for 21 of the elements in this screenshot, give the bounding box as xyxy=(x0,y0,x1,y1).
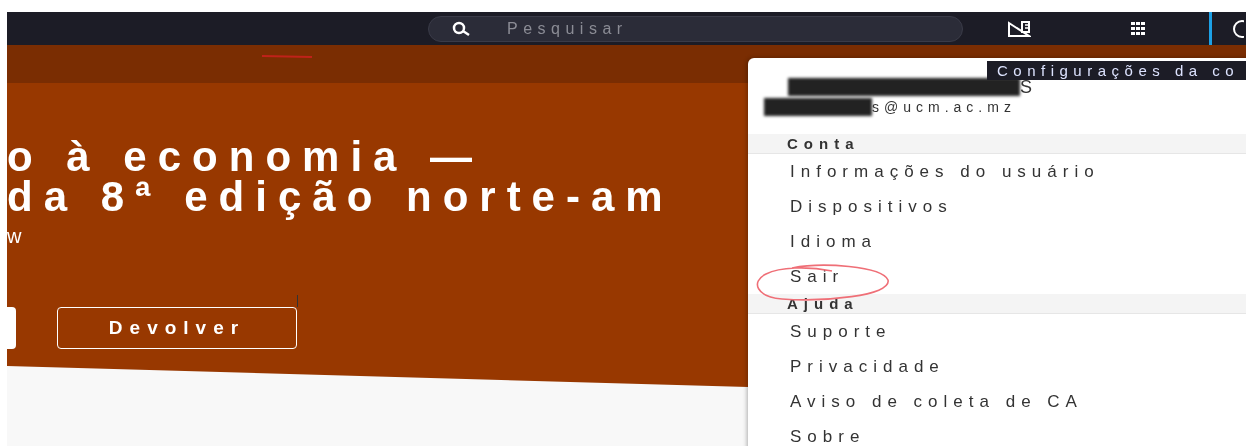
search-field[interactable]: Pesquisar xyxy=(428,15,963,42)
return-button[interactable]: Devolver xyxy=(57,307,297,349)
underline-mark xyxy=(262,55,312,58)
text-cursor xyxy=(297,295,298,307)
app-grid-icon[interactable] xyxy=(1131,21,1145,36)
menu-item[interactable]: Aviso de coleta de CA xyxy=(790,391,1083,412)
menu-item[interactable]: Idioma xyxy=(790,231,878,252)
author-text: w xyxy=(7,225,23,248)
menu-item[interactable]: Dispositivos xyxy=(790,196,953,217)
menu-item[interactable]: Privacidade xyxy=(790,356,945,377)
search-icon xyxy=(452,20,472,37)
tooltip: Configurações da co xyxy=(987,61,1246,80)
user-email: s@ucm.ac.mz xyxy=(872,99,1016,115)
section-header: Conta xyxy=(748,134,1246,154)
menu-item[interactable]: Sobre xyxy=(790,426,866,446)
menu-item[interactable]: Suporte xyxy=(790,321,892,342)
menu-item[interactable]: Sair xyxy=(790,266,845,287)
menu-item[interactable]: Informações do usuário xyxy=(790,161,1100,182)
ruler-icon[interactable] xyxy=(1007,19,1031,38)
section-header: Ajuda xyxy=(748,294,1246,314)
book-title: o à economia — xyxy=(7,137,485,177)
